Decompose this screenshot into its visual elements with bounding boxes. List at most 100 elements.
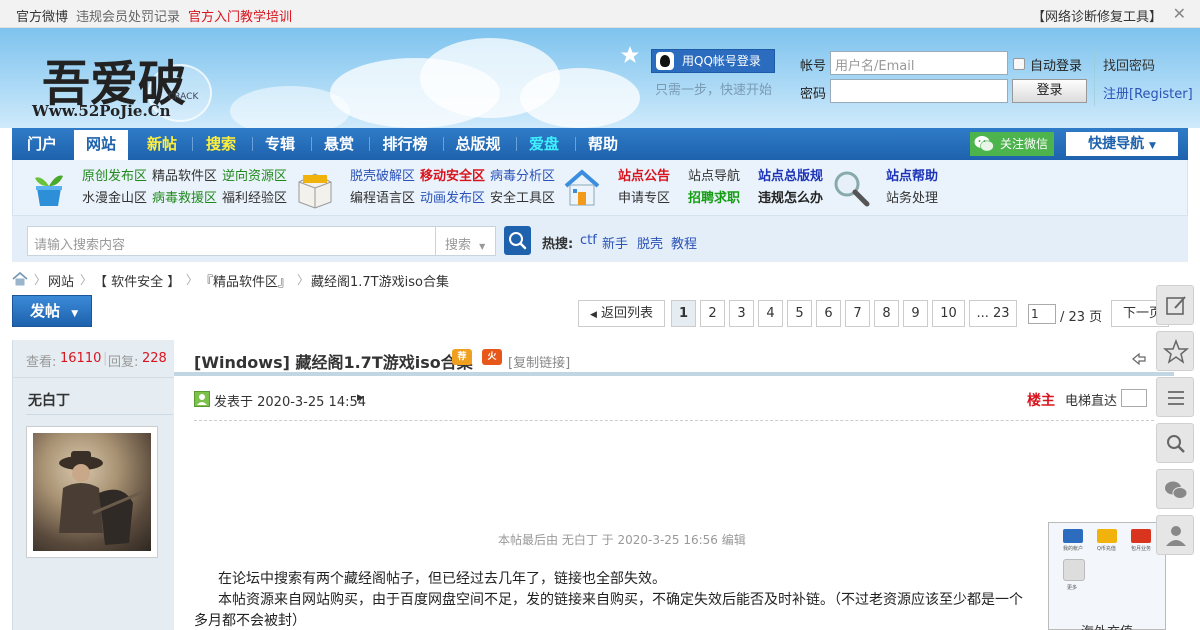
search-input[interactable]: 请输入搜索内容	[27, 226, 436, 256]
nav-portal[interactable]: 门户	[18, 128, 66, 160]
elevator-input[interactable]	[1121, 389, 1147, 407]
search-type-select[interactable]: 搜索 ▼	[435, 226, 496, 256]
violation-help-link[interactable]: 违规怎么办	[758, 191, 823, 207]
network-repair-link[interactable]: 【网络诊断修复工具】	[1032, 6, 1162, 25]
penalty-record-link[interactable]: 违规会员处罚记录	[76, 6, 180, 25]
caret-left-icon: ◀	[589, 310, 597, 320]
jobs-link[interactable]: 招聘求职	[688, 191, 740, 207]
login-button[interactable]: 登录	[1012, 79, 1087, 103]
weibo-link[interactable]: 官方微博	[16, 6, 68, 25]
hot-search-item[interactable]: ctf	[580, 233, 597, 248]
user-icon	[1166, 526, 1186, 546]
site-nav-link[interactable]: 站点导航	[688, 169, 740, 185]
page-link[interactable]: 10	[932, 300, 965, 327]
forum-quicklinks: 原创发布区 精品软件区 逆向资源区 水漫金山区 病毒救援区 福利经验区 脱壳破解…	[12, 160, 1188, 216]
page-link-current[interactable]: 1	[671, 300, 696, 327]
back-to-list-button[interactable]: ◀ 返回列表	[578, 300, 665, 327]
page-link[interactable]: 9	[903, 300, 928, 327]
page-link[interactable]: 6	[816, 300, 841, 327]
board-programming[interactable]: 编程语言区	[350, 191, 415, 207]
qq-hint: 只需一步，快速开始	[655, 83, 773, 98]
nav-help[interactable]: 帮助	[579, 128, 627, 160]
qq-login-button[interactable]: 用QQ帐号登录	[651, 49, 775, 73]
hot-search-item[interactable]: 脱壳	[637, 233, 663, 252]
close-icon[interactable]: ✕	[1173, 4, 1186, 23]
page-link[interactable]: 8	[874, 300, 899, 327]
house-icon	[564, 169, 600, 206]
elevator-label: 电梯直达	[1065, 394, 1118, 409]
chevron-down-icon: ▼	[71, 309, 79, 319]
board-animation[interactable]: 动画发布区	[420, 191, 485, 207]
board-reverse[interactable]: 逆向资源区	[222, 169, 287, 185]
page-jump-input[interactable]: 1	[1028, 304, 1056, 324]
breadcrumb-board[interactable]: 『精品软件区』	[200, 271, 291, 290]
forgot-password-link[interactable]: 找回密码	[1103, 55, 1155, 74]
nav-bounty[interactable]: 悬赏	[315, 128, 363, 160]
quick-nav-dropdown[interactable]: 快捷导航 ▼	[1066, 132, 1178, 156]
wechat-tool-button[interactable]	[1156, 469, 1194, 509]
page-link[interactable]: 5	[787, 300, 812, 327]
top-bar: 官方微博 违规会员处罚记录 官方入门教学培训 【网络诊断修复工具】 ✕	[0, 0, 1200, 28]
nav-aipan[interactable]: 爱盘	[520, 128, 568, 160]
avatar[interactable]	[26, 426, 158, 558]
page-link[interactable]: 3	[729, 300, 754, 327]
search-tool-button[interactable]	[1156, 423, 1194, 463]
nav-new-posts[interactable]: 新帖	[138, 128, 186, 160]
auto-login-checkbox[interactable]	[1013, 58, 1025, 70]
list-tool-button[interactable]	[1156, 377, 1194, 417]
apply-link[interactable]: 申请专区	[618, 191, 670, 207]
wechat-icon	[974, 136, 994, 152]
board-virus-rescue[interactable]: 病毒救援区	[152, 191, 217, 207]
account-input[interactable]: 用户名/Email	[830, 51, 1008, 75]
breadcrumb-separator: 〉	[297, 273, 310, 287]
wechat-follow-button[interactable]: 关注微信	[970, 132, 1054, 156]
edit-icon	[1166, 296, 1186, 315]
training-link[interactable]: 官方入门教学培训	[188, 6, 292, 25]
board-unpack[interactable]: 脱壳破解区	[350, 169, 415, 185]
caret-right-icon[interactable]: ▶	[357, 393, 364, 403]
nav-search[interactable]: 搜索	[197, 128, 245, 160]
thumb-label: 我的帐户	[1063, 546, 1084, 552]
nav-rules[interactable]: 总版规	[447, 128, 509, 160]
site-logo[interactable]: 吾爱破解 CRACK Www.52PoJie.Cn	[28, 42, 228, 128]
prev-thread-icon[interactable]	[1132, 352, 1146, 366]
avatar-image	[33, 433, 151, 551]
page-link[interactable]: 2	[700, 300, 725, 327]
new-post-button[interactable]: 发帖 ▼	[12, 295, 92, 327]
nav-forum[interactable]: 网站	[74, 130, 128, 160]
board-software[interactable]: 精品软件区	[152, 169, 217, 185]
board-shuiman[interactable]: 水漫金山区	[82, 191, 147, 207]
board-original[interactable]: 原创发布区	[82, 169, 147, 185]
site-help-link[interactable]: 站点帮助	[886, 169, 938, 185]
board-security-tools[interactable]: 安全工具区	[490, 191, 555, 207]
site-rules-link[interactable]: 站点总版规	[758, 169, 823, 185]
copy-link[interactable]: [复制链接]	[508, 352, 570, 371]
favorite-tool-button[interactable]	[1156, 331, 1194, 371]
page-link[interactable]: 4	[758, 300, 783, 327]
user-tool-button[interactable]	[1156, 515, 1194, 555]
wechat-icon	[1165, 481, 1188, 499]
nav-ranking[interactable]: 排行榜	[374, 128, 436, 160]
home-icon[interactable]	[12, 272, 28, 286]
breadcrumb-category[interactable]: 【 软件安全 】	[94, 271, 180, 290]
password-input[interactable]	[830, 79, 1008, 103]
register-link[interactable]: 注册[Register]	[1103, 83, 1193, 102]
hot-search-item[interactable]: 教程	[671, 233, 697, 252]
nav-albums[interactable]: 专辑	[256, 128, 304, 160]
board-mobile-security[interactable]: 移动安全区	[420, 169, 485, 185]
more-app-icon	[1063, 559, 1085, 581]
search-button[interactable]	[504, 226, 531, 255]
thumb-caption: 海外充值	[1081, 621, 1133, 630]
magnifier-icon	[834, 171, 870, 207]
board-welfare[interactable]: 福利经验区	[222, 191, 287, 207]
author-name[interactable]: 无白丁	[28, 390, 70, 410]
site-affairs-link[interactable]: 站务处理	[886, 191, 938, 207]
site-notice-link[interactable]: 站点公告	[618, 169, 670, 185]
breadcrumb-forum[interactable]: 网站	[48, 271, 74, 290]
page-link-last[interactable]: ... 23	[969, 300, 1017, 327]
page-link[interactable]: 7	[845, 300, 870, 327]
board-virus-analysis[interactable]: 病毒分析区	[490, 169, 555, 185]
post-image[interactable]: 我的帐户 Q币充值 包月业务 更多 海外充值	[1048, 522, 1166, 630]
hot-search-item[interactable]: 新手	[602, 233, 628, 252]
edit-tool-button[interactable]	[1156, 285, 1194, 325]
